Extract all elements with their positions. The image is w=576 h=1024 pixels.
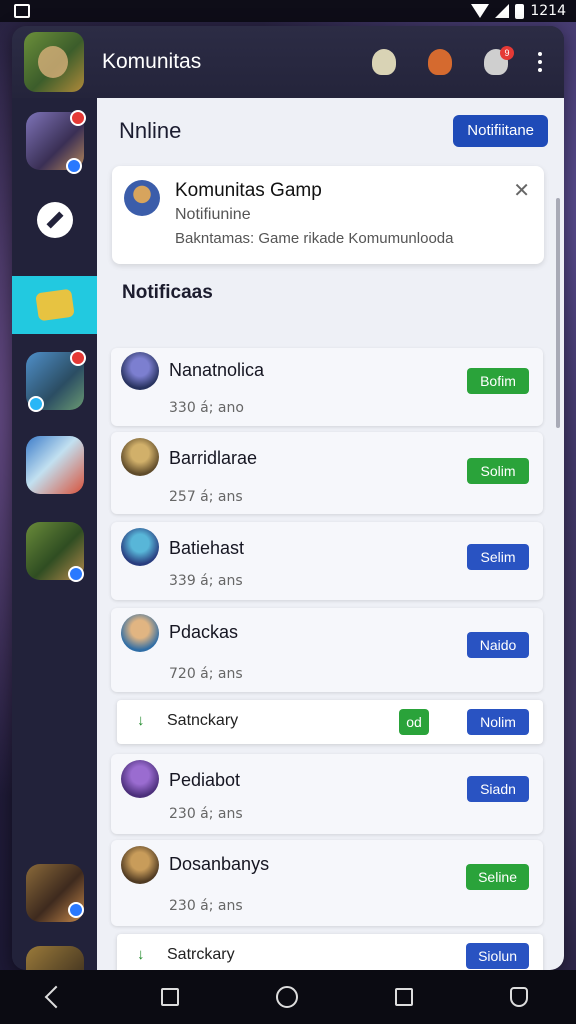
item-count-badge: od [399, 709, 429, 735]
item-name: Pdackas [169, 622, 239, 642]
list-item[interactable]: Pdackas 720 á; ans Naido [111, 608, 543, 692]
more-vert-icon[interactable] [528, 52, 552, 72]
slim-item-label: Satnckary [167, 712, 239, 729]
arrow-down-icon: ↓ [137, 946, 145, 963]
panel-title: Nnline [119, 118, 182, 143]
item-name: Nanatnolica [169, 360, 265, 380]
home-icon[interactable] [275, 986, 298, 1008]
verified-badge [67, 902, 84, 918]
item-action-button[interactable]: Nolim [467, 709, 529, 735]
list-item[interactable]: Barridlarae 257 á; ans Solim [111, 432, 543, 514]
notification-badge: 9 [500, 46, 514, 60]
server-avatar [25, 110, 86, 174]
server-avatar [25, 946, 84, 970]
arrow-down-icon: ↓ [137, 712, 145, 729]
user-avatar [121, 528, 159, 566]
user-avatar [121, 846, 159, 884]
app-header: Komunitas 9 [12, 26, 564, 98]
close-icon[interactable]: ✕ [513, 178, 530, 203]
server-avatar [25, 350, 86, 412]
app-window: Komunitas 9 Nnline Notifiitane Komunitas… [12, 26, 564, 970]
back-icon[interactable] [45, 985, 68, 1009]
slim-item-label: Satrckary [167, 946, 235, 963]
user-avatar [121, 760, 159, 798]
notice-card[interactable]: Komunitas Gamp Notifiunine Bakntamas: Ga… [112, 166, 544, 264]
notice-avatar [124, 180, 160, 216]
list-item[interactable]: Nanatnolica 330 á; ano Bofim [111, 348, 543, 426]
sidebar-item-tools[interactable] [12, 194, 97, 246]
item-meta: 720 á; ans [169, 666, 243, 682]
status-bar: 1214 [0, 0, 576, 22]
image-icon [14, 4, 30, 18]
notice-description: Bakntamas: Game rikade Komumunlooda [175, 230, 454, 247]
item-meta: 230 á; ans [169, 806, 243, 822]
server-sidebar [12, 98, 97, 970]
user-avatar [121, 614, 159, 652]
recents-icon[interactable] [161, 988, 180, 1006]
character-icon-1[interactable] [366, 44, 402, 80]
notice-title: Komunitas Gamp [175, 180, 322, 201]
item-action-button[interactable]: Seline [466, 864, 529, 890]
slim-list-item[interactable]: ↓ Satnckary od Nolim [117, 700, 543, 744]
list-item[interactable]: Dosanbanys 230 á; ans Seline [111, 840, 543, 926]
panel-header: Nnline Notifiitane [97, 98, 564, 164]
item-meta: 339 á; ans [169, 573, 243, 589]
app-title: Komunitas [102, 50, 202, 73]
sidebar-item-server-6[interactable] [12, 946, 97, 970]
item-action-button[interactable]: Selim [467, 544, 529, 570]
character-icon-2[interactable] [422, 44, 458, 80]
main-panel: Nnline Notifiitane Komunitas Gamp Notifi… [97, 98, 564, 970]
item-action-button[interactable]: Bofim [467, 368, 529, 394]
community-avatar[interactable] [24, 32, 84, 92]
signal-icon [495, 4, 510, 18]
item-name: Barridlarae [169, 448, 258, 468]
sidebar-item-server-5[interactable] [12, 864, 97, 922]
verified-badge [67, 566, 84, 582]
server-avatar [25, 522, 84, 582]
wifi-icon [471, 4, 490, 18]
item-name: Dosanbanys [169, 854, 270, 874]
battery-icon [515, 3, 525, 19]
user-avatar [121, 438, 159, 476]
notifications-button[interactable]: Notifiitane [453, 115, 548, 147]
status-icons: 1214 [471, 3, 566, 19]
item-action-button[interactable]: Solim [467, 458, 529, 484]
alert-badge [69, 350, 86, 366]
character-icon-3[interactable]: 9 [478, 44, 514, 80]
verified-badge [65, 158, 82, 174]
item-meta: 230 á; ans [169, 898, 243, 914]
sidebar-item-server-3[interactable] [12, 436, 97, 494]
sidebar-item-server-1[interactable] [12, 110, 97, 174]
recents-icon[interactable] [394, 988, 413, 1006]
item-meta: 330 á; ano [169, 400, 244, 416]
sidebar-item-server-4[interactable] [12, 522, 97, 582]
item-action-button[interactable]: Siolun [466, 943, 529, 969]
item-action-button[interactable]: Siadn [467, 776, 529, 802]
item-name: Batiehast [169, 538, 245, 558]
shield-icon[interactable] [509, 987, 528, 1007]
slim-list-item[interactable]: ↓ Satrckary Siolun [117, 934, 543, 970]
user-avatar [121, 352, 159, 390]
section-title: Notificaas [122, 282, 213, 303]
verified-badge [27, 396, 44, 412]
server-avatar [25, 436, 84, 494]
item-name: Pediabot [169, 770, 241, 790]
list-item[interactable]: Pediabot 230 á; ans Siadn [111, 754, 543, 834]
wrench-icon [36, 202, 73, 238]
item-meta: 257 á; ans [169, 489, 243, 505]
sidebar-item-server-2[interactable] [12, 350, 97, 412]
notice-subtitle: Notifiunine [175, 206, 251, 223]
system-nav-bar [0, 970, 576, 1024]
scrollbar[interactable] [556, 198, 560, 428]
puzzle-icon [34, 288, 75, 322]
alert-badge [69, 110, 86, 126]
sidebar-item-puzzle[interactable] [12, 276, 97, 334]
status-time: 1214 [530, 3, 566, 19]
item-action-button[interactable]: Naido [467, 632, 529, 658]
server-avatar [25, 864, 84, 922]
list-item[interactable]: Batiehast 339 á; ans Selim [111, 522, 543, 600]
